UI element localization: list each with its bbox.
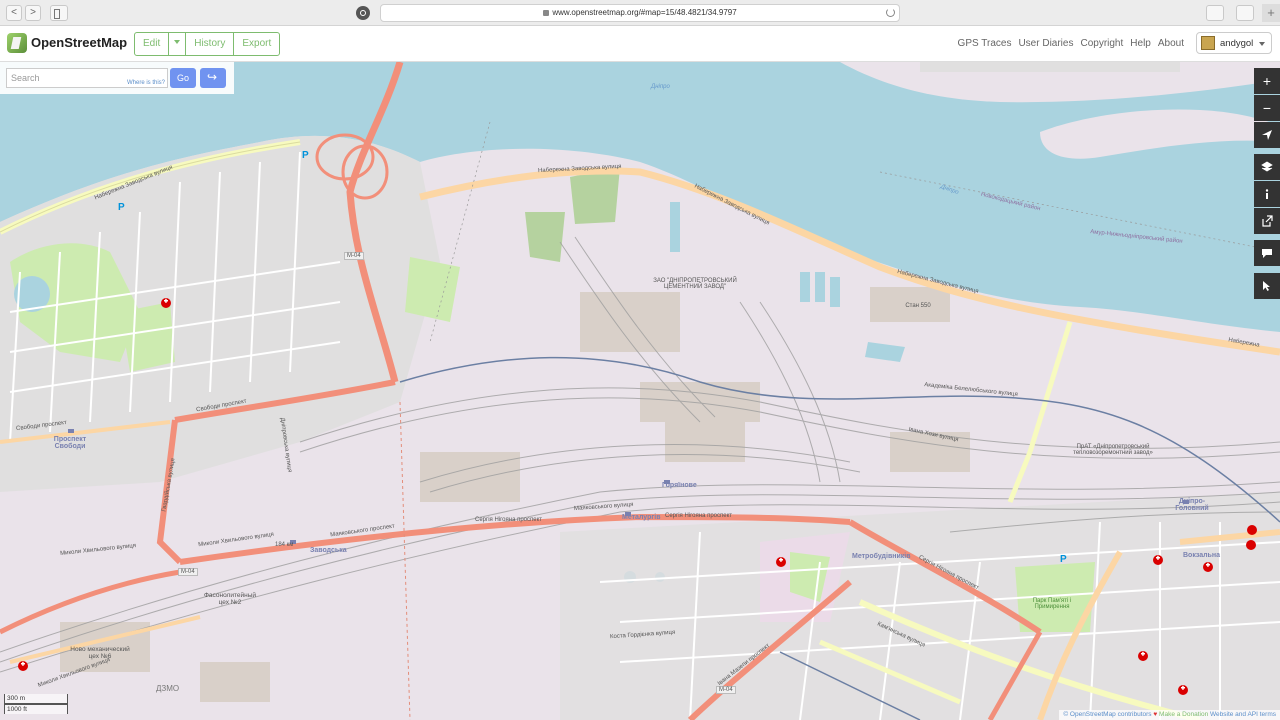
avenue-nigoyana-label-2: Сергія Нігояна проспект: [665, 513, 733, 519]
km-label: 184 км: [275, 542, 294, 548]
river-label: Дніпро: [651, 84, 670, 90]
scale-metric: 300 m: [4, 694, 68, 704]
tabs-overview-icon[interactable]: [1236, 5, 1254, 21]
terms-link[interactable]: Website and API terms: [1210, 711, 1276, 718]
user-menu[interactable]: andygol: [1196, 32, 1272, 54]
osm-logo-icon[interactable]: [7, 33, 27, 53]
heart-icon: ♥: [1153, 711, 1158, 718]
cement-plant-label: ЗАО "ДНІПРОПЕТРОВСЬКИЙ ЦЕМЕНТНИЙ ЗАВОД": [653, 278, 737, 290]
edit-dropdown-caret[interactable]: [169, 33, 187, 55]
station-metalurhiv-label: Металургів: [622, 514, 661, 521]
info-icon[interactable]: [1254, 181, 1280, 207]
station-vokzalna-label: Вокзальна: [1183, 552, 1220, 559]
sidebar-toggle-icon[interactable]: [50, 5, 68, 21]
share-map-icon[interactable]: [1254, 208, 1280, 234]
nav-user-diaries[interactable]: User Diaries: [1018, 38, 1073, 49]
edit-button[interactable]: Edit: [135, 33, 170, 55]
m04-badge: M-04: [344, 252, 364, 260]
site-title[interactable]: OpenStreetMap: [31, 35, 127, 50]
map-scale: 300 m 1000 ft: [4, 694, 68, 716]
directions-icon[interactable]: [200, 68, 226, 88]
nav-help[interactable]: Help: [1130, 38, 1151, 49]
donation-link[interactable]: Make a Donation: [1159, 711, 1208, 718]
search-panel: Search Where is this? Go: [0, 62, 234, 94]
back-button[interactable]: <: [6, 5, 22, 21]
search-go-button[interactable]: Go: [170, 68, 196, 88]
privacy-icon[interactable]: [356, 6, 370, 20]
park-label: Парк Пам'яті і Примирення: [1032, 598, 1072, 610]
station-dnipro-label: Дніпро-Головний: [1175, 498, 1209, 512]
share-icon[interactable]: [1206, 5, 1224, 21]
svg-text:P: P: [1060, 554, 1067, 565]
svg-text:P: P: [302, 150, 309, 161]
lock-icon: [543, 10, 550, 16]
zoom-in-button[interactable]: +: [1254, 68, 1280, 94]
note-icon[interactable]: [1254, 240, 1280, 266]
search-input[interactable]: Search Where is this?: [6, 68, 168, 88]
mechanical-shop-label: Ново механический цех №6: [70, 646, 130, 660]
chevron-down-icon: [1259, 42, 1265, 46]
avenue-nigoyana-label: Сергія Нігояна проспект: [475, 517, 543, 523]
m04-badge-3: M-04: [716, 686, 736, 694]
layers-icon[interactable]: [1254, 154, 1280, 180]
nav-gps-traces[interactable]: GPS Traces: [958, 38, 1012, 49]
username: andygol: [1220, 38, 1254, 49]
edit-button-group: Edit History Export: [134, 32, 281, 56]
map-canvas[interactable]: P P P Дніпро Дніпро Набережна Заводська …: [0, 62, 1280, 720]
copyright-link[interactable]: © OpenStreetMap contributors: [1063, 711, 1151, 718]
map-tiles: P P P: [0, 62, 1280, 720]
svg-text:P: P: [118, 202, 125, 213]
dzmo-label: ДЗМО: [156, 684, 180, 693]
forward-button[interactable]: >: [25, 5, 41, 21]
site-header: OpenStreetMap Edit History Export GPS Tr…: [0, 26, 1280, 62]
browser-toolbar: < > www.openstreetmap.org/#map=15/48.482…: [0, 0, 1280, 26]
locate-icon[interactable]: [1254, 122, 1280, 148]
reload-icon[interactable]: [886, 8, 895, 17]
nav-about[interactable]: About: [1158, 38, 1184, 49]
plant-label: ПрАТ «Дніпропетровський тепловозоремонтн…: [1073, 444, 1153, 456]
export-button[interactable]: Export: [234, 33, 279, 55]
scale-imperial: 1000 ft: [4, 704, 68, 714]
station-zavodska-label: Заводська: [310, 547, 347, 554]
mill-label: Стан 550: [905, 303, 931, 309]
address-bar[interactable]: www.openstreetmap.org/#map=15/48.4821/34…: [380, 4, 900, 22]
new-tab-button[interactable]: +: [1262, 4, 1280, 22]
where-is-this-link[interactable]: Where is this?: [127, 74, 165, 92]
station-prospekt-svobody-label: Проспект Свободи: [53, 436, 87, 450]
secondary-nav: GPS Traces User Diaries Copyright Help A…: [958, 38, 1184, 49]
foundry-label: Фасонолитейный цех №2: [203, 592, 257, 606]
nav-copyright[interactable]: Copyright: [1080, 38, 1123, 49]
zoom-out-button[interactable]: −: [1254, 95, 1280, 121]
station-gorianove-label: Горяїнове: [662, 482, 697, 489]
query-icon[interactable]: [1254, 273, 1280, 299]
avatar: [1201, 36, 1215, 50]
m04-badge-2: M-04: [178, 568, 198, 576]
station-metrobudivnykiv-label: Метробудівників: [852, 553, 911, 560]
search-placeholder: Search: [11, 73, 40, 83]
attribution: © OpenStreetMap contributors ♥ Make a Do…: [1059, 710, 1280, 720]
history-button[interactable]: History: [186, 33, 235, 55]
url-text: www.openstreetmap.org/#map=15/48.4821/34…: [552, 8, 737, 17]
